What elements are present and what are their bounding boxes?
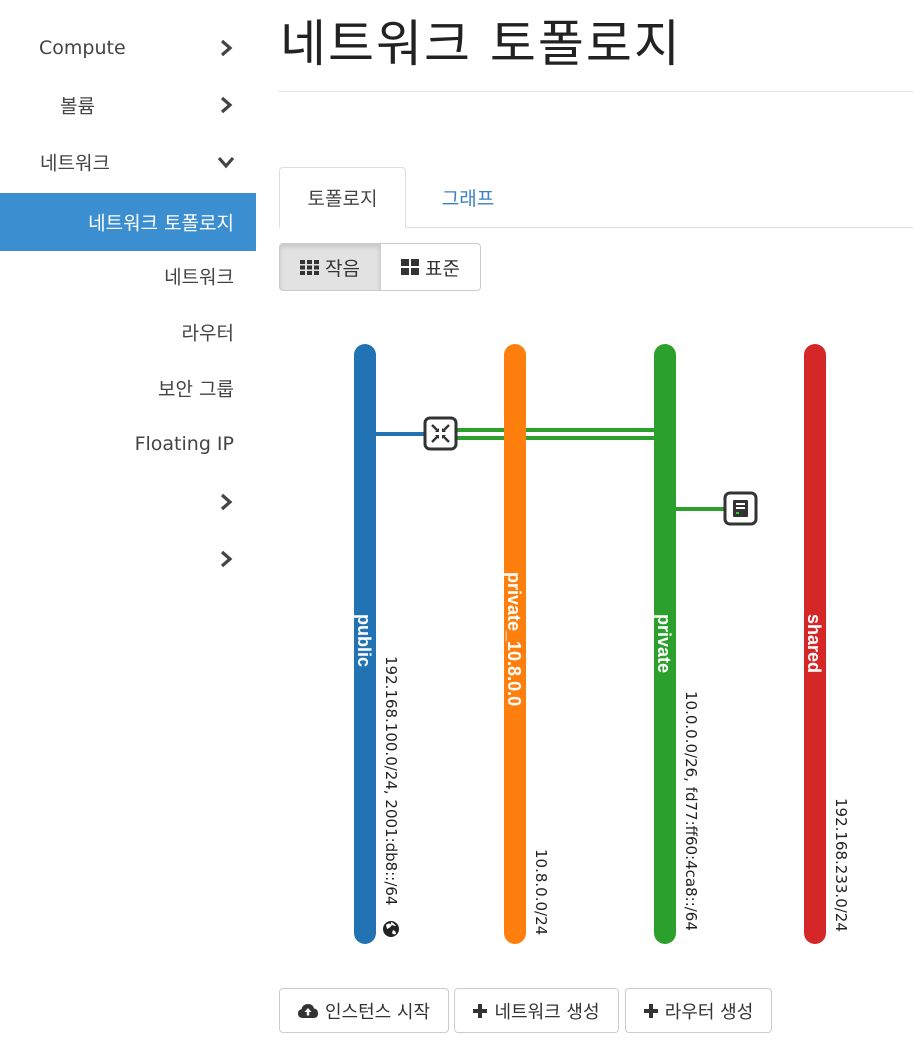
view-size-toggle: 작음 표준 <box>279 243 481 291</box>
network-shared[interactable]: shared 192.168.233.0/24 <box>804 344 850 944</box>
chevron-right-icon <box>220 493 233 511</box>
small-view-button[interactable]: 작음 <box>279 243 381 291</box>
chevron-right-icon <box>220 39 233 57</box>
tab-topology[interactable]: 토폴로지 <box>279 167 406 228</box>
create-router-button[interactable]: 라우터 생성 <box>625 988 772 1033</box>
grid-large-icon <box>401 259 420 275</box>
title-divider <box>278 91 913 92</box>
network-cidr: 192.168.233.0/24 <box>832 798 850 932</box>
sidebar-item-label: 네트워크 <box>40 152 110 175</box>
sidebar-item-compute[interactable]: Compute <box>0 20 256 76</box>
sidebar-item-label: 네트워크 <box>164 266 234 289</box>
grid-small-icon <box>300 259 320 275</box>
network-name: private <box>654 614 674 673</box>
create-network-label: 네트워크 생성 <box>494 1001 600 1023</box>
sidebar-item-routers[interactable]: 라우터 <box>0 304 256 360</box>
page-title: 네트워크 토폴로지 <box>280 15 682 73</box>
network-private-10-8-0-0[interactable]: private_10.8.0.0 10.8.0.0/24 <box>504 344 550 944</box>
chevron-down-icon <box>217 156 235 169</box>
sidebar-item-network-topology[interactable]: 네트워크 토폴로지 <box>0 193 256 251</box>
plus-icon <box>473 1003 488 1018</box>
sidebar-item-label: 보안 그룹 <box>158 378 234 401</box>
normal-view-button[interactable]: 표준 <box>381 243 481 291</box>
server-icon[interactable] <box>723 491 758 526</box>
router-icon[interactable] <box>423 416 458 451</box>
chevron-right-icon <box>220 96 233 114</box>
sidebar-item-collapsed-1[interactable] <box>0 474 256 530</box>
globe-icon <box>383 921 399 937</box>
sidebar-item-security-groups[interactable]: 보안 그룹 <box>0 360 256 416</box>
network-name: shared <box>804 614 824 673</box>
launch-instance-label: 인스턴스 시작 <box>324 1001 431 1023</box>
launch-instance-button[interactable]: 인스턴스 시작 <box>279 988 449 1033</box>
sidebar: Compute 볼륨 네트워크 네트워크 토폴로지 네트워크 라우터 보안 그룹… <box>0 0 256 1046</box>
cloud-upload-icon <box>297 1003 318 1018</box>
sidebar-item-networks[interactable]: 네트워크 <box>0 248 256 304</box>
network-name: private_10.8.0.0 <box>504 572 524 706</box>
sidebar-item-label: 라우터 <box>181 322 234 345</box>
network-cidr: 10.8.0.0/24 <box>532 849 550 935</box>
sidebar-item-label: 네트워크 토폴로지 <box>88 212 234 235</box>
network-private[interactable]: private 10.0.0.0/26, fd77:ff60:4ca8::/64 <box>654 344 700 944</box>
small-view-label: 작음 <box>325 257 360 280</box>
sidebar-item-volumes[interactable]: 볼륨 <box>0 77 256 133</box>
sidebar-item-network[interactable]: 네트워크 <box>0 134 256 190</box>
network-name: public <box>354 614 374 667</box>
chevron-right-icon <box>220 550 233 568</box>
create-router-label: 라우터 생성 <box>664 1001 754 1023</box>
sidebar-item-label: Floating IP <box>134 433 234 455</box>
network-cidr: 192.168.100.0/24, 2001:db8::/64 <box>382 656 400 905</box>
tab-bar: 토폴로지 그래프 <box>279 167 913 228</box>
tab-graph[interactable]: 그래프 <box>413 167 523 228</box>
normal-view-label: 표준 <box>425 257 460 280</box>
create-network-button[interactable]: 네트워크 생성 <box>454 988 619 1033</box>
sidebar-item-label: Compute <box>39 37 126 59</box>
sidebar-item-label: 볼륨 <box>60 95 95 118</box>
plus-icon <box>643 1003 658 1018</box>
network-cidr: 10.0.0.0/26, fd77:ff60:4ca8::/64 <box>682 691 700 931</box>
sidebar-item-collapsed-2[interactable] <box>0 531 256 587</box>
sidebar-item-floating-ip[interactable]: Floating IP <box>0 416 256 472</box>
